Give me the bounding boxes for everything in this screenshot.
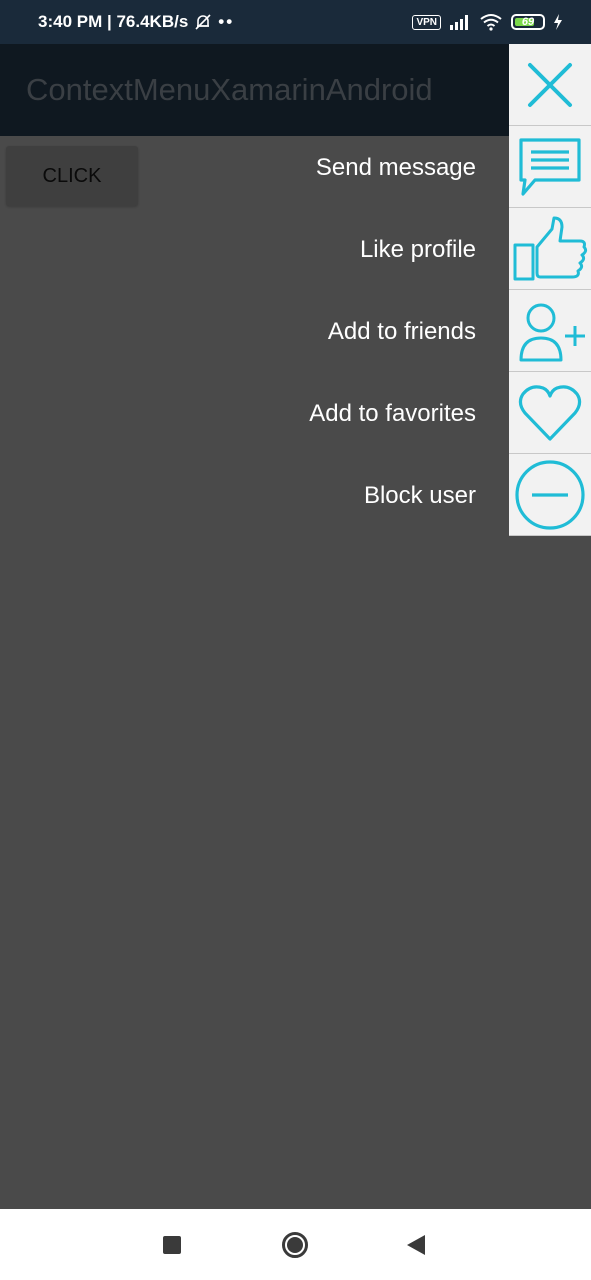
bell-off-icon [194,13,212,31]
toolbar-title: ContextMenuXamarinAndroid [26,72,433,107]
wifi-icon [479,13,503,31]
back-button[interactable] [386,1209,446,1280]
menu-item-add-to-friends[interactable]: Add to friends [328,291,476,373]
thumbs-up-icon [513,216,588,280]
menu-item-block-user[interactable]: Block user [364,455,476,537]
screen: 3:40 PM | 76.4KB/s •• VPN 69 ContextMenu… [0,0,591,1280]
home-button[interactable] [265,1209,325,1280]
status-time-speed: 3:40 PM | 76.4KB/s [38,12,189,31]
close-button[interactable] [509,44,591,126]
send-message-button[interactable] [509,126,591,208]
charging-icon [553,14,563,30]
status-bar: 3:40 PM | 76.4KB/s •• VPN 69 [0,0,591,44]
add-to-favorites-button[interactable] [509,372,591,454]
menu-item-add-to-favorites[interactable]: Add to favorites [309,373,476,455]
add-to-friends-button[interactable] [509,290,591,372]
menu-item-send-message[interactable]: Send message [316,127,476,209]
close-icon [528,62,572,107]
app-toolbar: ContextMenuXamarinAndroid [0,44,591,136]
more-dots-icon: •• [218,12,235,31]
like-profile-button[interactable] [509,208,591,290]
recents-button[interactable] [142,1209,202,1280]
add-user-icon [519,303,585,361]
circle-icon [282,1231,308,1258]
battery-level: 69 [521,16,535,28]
heart-icon [518,384,582,441]
minus-circle-icon [515,459,585,530]
status-left: 3:40 PM | 76.4KB/s •• [38,0,234,44]
system-nav-bar [0,1209,591,1280]
square-icon [163,1235,181,1254]
battery-icon: 69 [511,14,545,30]
chat-bubble-icon [519,137,581,196]
signal-icon [449,14,471,30]
triangle-back-icon [407,1234,425,1255]
click-button[interactable]: CLICK [6,146,138,206]
menu-item-like-profile[interactable]: Like profile [360,209,476,291]
vpn-badge: VPN [412,14,441,30]
block-user-button[interactable] [509,454,591,536]
status-right: VPN 69 [412,0,563,44]
